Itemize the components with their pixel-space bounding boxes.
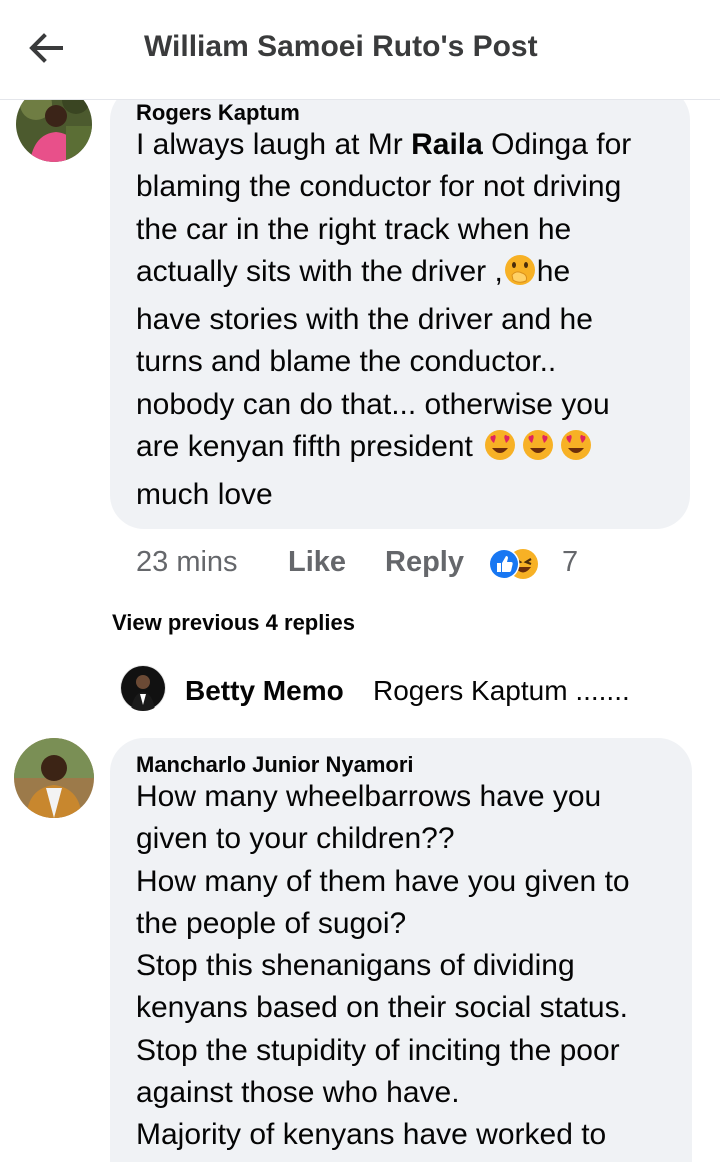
face-with-hand-over-mouth-icon	[503, 253, 537, 299]
reply-author: Betty Memo	[185, 675, 344, 706]
comment-line: given to your children??	[136, 822, 455, 856]
comment-author[interactable]: Mancharlo Junior Nyamori	[136, 752, 414, 778]
comment-line: Majority of kenyans have worked to	[136, 1118, 607, 1152]
comment-line: the people of sugoi?	[136, 906, 407, 940]
comment-line: much love	[136, 478, 273, 512]
text-bold-segment: Raila	[411, 128, 483, 161]
comment-line: kenyans based on their social status.	[136, 991, 628, 1025]
comment-bubble-mancharlo: Mancharlo Junior Nyamori How many wheelb…	[110, 738, 692, 1162]
comment-bubble-rogers: Rogers Kaptum I always laugh at Mr Raila…	[110, 86, 690, 529]
reply-preview-row[interactable]: Betty Memo Rogers Kaptum .......	[120, 665, 680, 713]
comment-line: have stories with the driver and he	[136, 303, 593, 337]
page-title: William Samoei Ruto's Post	[144, 30, 538, 63]
comment-author[interactable]: Rogers Kaptum	[136, 100, 300, 126]
reaction-count[interactable]: 7	[562, 546, 578, 579]
comment-line: against those who have.	[136, 1076, 460, 1110]
comment-line: Stop this shenanigans of dividing	[136, 949, 575, 983]
view-previous-replies-link[interactable]: View previous 4 replies	[112, 610, 355, 636]
top-bar: William Samoei Ruto's Post	[0, 0, 720, 100]
avatar-betty-memo	[120, 665, 166, 711]
comment-line: How many of them have you given to	[136, 864, 630, 898]
text-segment: are kenyan fifth president	[136, 430, 482, 464]
text-segment: I always laugh at Mr	[136, 128, 412, 161]
comment-line: turns and blame the conductor..	[136, 345, 557, 379]
comment-line: How many wheelbarrows have you	[136, 780, 602, 813]
comment-line: blaming the conductor for not driving	[136, 170, 622, 204]
post-comments-screen: William Samoei Ruto's Post Rogers Kaptum…	[0, 0, 720, 1162]
comment-line: nobody can do that... otherwise you	[136, 387, 610, 421]
comment-line: are kenyan fifth president	[136, 426, 686, 474]
comment-timestamp[interactable]: 23 mins	[136, 546, 238, 579]
back-arrow-icon	[29, 33, 63, 63]
text-segment: actually sits with the driver ,	[136, 254, 503, 288]
reactions-summary[interactable]	[488, 547, 538, 581]
comment-line: Stop the stupidity of inciting the poor	[136, 1033, 620, 1067]
reply-button[interactable]: Reply	[385, 546, 464, 579]
back-button[interactable]	[22, 24, 70, 72]
comment-text: How many wheelbarrows have you given to …	[136, 776, 686, 1157]
heart-eyes-icon	[519, 428, 557, 474]
comment-line: actually sits with the driver , he	[136, 251, 686, 299]
comment-actions: 23 mins Like Reply 7	[136, 540, 606, 584]
heart-eyes-icon	[557, 428, 595, 474]
text-segment: Odinga for	[482, 128, 632, 161]
comment-line: I always laugh at Mr Raila Odinga for	[136, 124, 686, 166]
comment-line: the car in the right track when he	[136, 212, 572, 246]
reply-snippet: Rogers Kaptum .......	[373, 675, 630, 706]
heart-eyes-icon	[481, 428, 519, 474]
like-button[interactable]: Like	[288, 546, 346, 579]
avatar-mancharlo[interactable]	[14, 738, 94, 818]
text-segment: he	[536, 254, 571, 288]
comment-text: I always laugh at Mr Raila Odinga for bl…	[136, 124, 686, 517]
